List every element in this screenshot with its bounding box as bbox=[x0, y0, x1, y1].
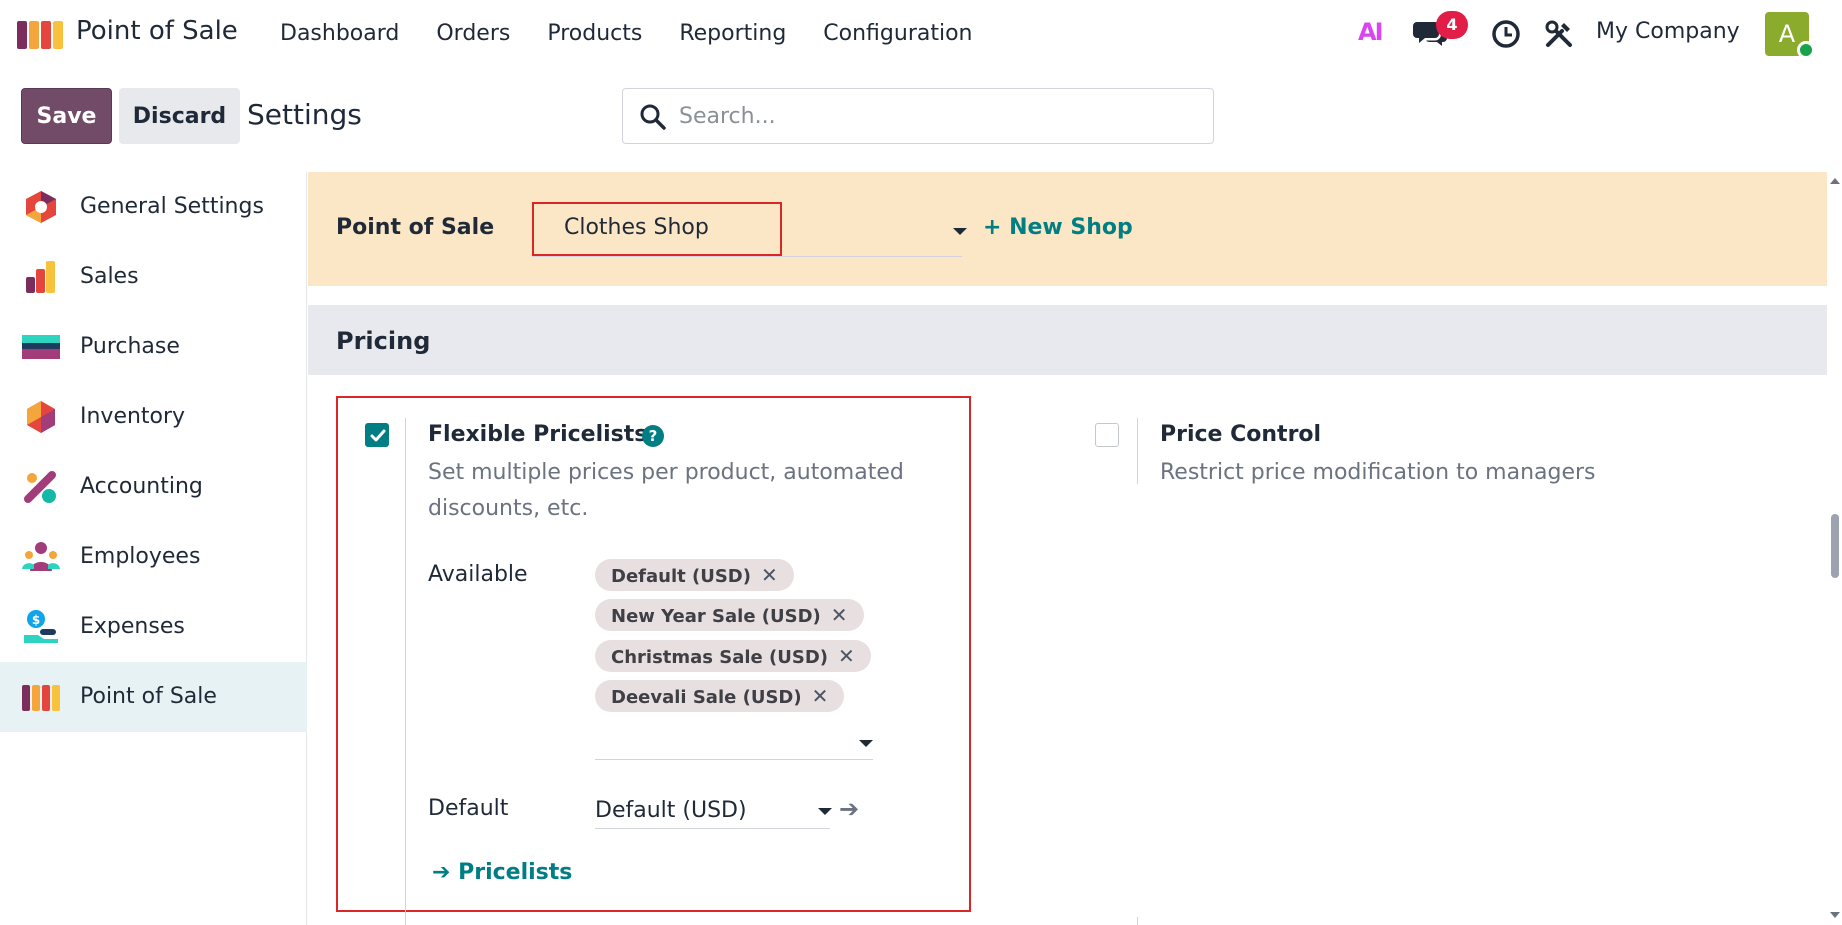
arrow-right-icon[interactable]: ➔ bbox=[839, 795, 859, 823]
employees-icon bbox=[22, 542, 60, 571]
pos-shop-bar: Point of Sale Clothes Shop + New Shop bbox=[308, 172, 1827, 286]
pricelist-tag: Default (USD) ✕ bbox=[595, 559, 794, 591]
scroll-down-icon[interactable] bbox=[1830, 912, 1840, 918]
sidebar-item-accounting[interactable]: Accounting bbox=[0, 452, 307, 522]
flexible-pricelists-desc: Set multiple prices per product, automat… bbox=[428, 460, 904, 521]
pos-shop-label: Point of Sale bbox=[336, 215, 495, 240]
price-control-title: Price Control bbox=[1160, 422, 1322, 447]
sidebar-item-purchase[interactable]: Purchase bbox=[0, 312, 307, 382]
pos-shop-icon[interactable] bbox=[17, 19, 63, 49]
sidebar-item-label: Employees bbox=[80, 544, 201, 569]
pricelist-tag: New Year Sale (USD) ✕ bbox=[595, 599, 864, 631]
pricelist-tag: Christmas Sale (USD) ✕ bbox=[595, 640, 871, 672]
tag-label: Christmas Sale (USD) bbox=[611, 647, 829, 668]
help-icon[interactable]: ? bbox=[642, 425, 664, 447]
general-settings-icon bbox=[26, 191, 56, 223]
top-navbar: Point of Sale Dashboard Orders Products … bbox=[0, 0, 1842, 66]
flexible-pricelists-title: Flexible Pricelists bbox=[428, 422, 648, 447]
pricelist-tag: Deevali Sale (USD) ✕ bbox=[595, 680, 845, 712]
sidebar-item-employees[interactable]: Employees bbox=[0, 522, 307, 592]
new-shop-button[interactable]: + New Shop bbox=[983, 215, 1133, 240]
pricelists-link-label: Pricelists bbox=[458, 860, 573, 885]
default-label: Default bbox=[428, 796, 509, 821]
pos-icon bbox=[22, 685, 60, 711]
menu-configuration[interactable]: Configuration bbox=[823, 21, 972, 46]
sidebar-item-label: Accounting bbox=[80, 474, 203, 499]
ai-icon[interactable]: AI bbox=[1358, 18, 1383, 46]
app-name[interactable]: Point of Sale bbox=[76, 16, 238, 46]
close-icon[interactable]: ✕ bbox=[831, 599, 848, 631]
price-control-checkbox[interactable] bbox=[1095, 423, 1119, 447]
chevron-down-icon[interactable] bbox=[953, 228, 967, 235]
sidebar-item-sales[interactable]: Sales bbox=[0, 242, 307, 312]
close-icon[interactable]: ✕ bbox=[761, 559, 778, 591]
inventory-icon bbox=[27, 401, 55, 433]
menu-reporting[interactable]: Reporting bbox=[679, 21, 786, 46]
sidebar-item-point-of-sale[interactable]: Point of Sale bbox=[0, 662, 307, 732]
search-box[interactable] bbox=[622, 88, 1214, 144]
close-icon[interactable]: ✕ bbox=[838, 640, 855, 672]
clock-icon[interactable] bbox=[1491, 19, 1521, 49]
discard-button[interactable]: Discard bbox=[119, 88, 240, 144]
default-select-underline bbox=[595, 828, 830, 829]
save-button[interactable]: Save bbox=[21, 88, 112, 144]
status-dot bbox=[1797, 41, 1815, 59]
close-icon[interactable]: ✕ bbox=[812, 680, 829, 712]
settings-sidebar: General Settings Sales Purchase Inventor… bbox=[0, 172, 307, 925]
sidebar-item-expenses[interactable]: $ Expenses bbox=[0, 592, 307, 662]
purchase-icon bbox=[22, 335, 60, 359]
arrow-right-icon: ➔ bbox=[432, 860, 451, 885]
scrollbar-thumb[interactable] bbox=[1831, 514, 1839, 578]
setting-divider bbox=[405, 917, 406, 925]
chevron-down-icon[interactable] bbox=[818, 808, 832, 815]
pricelists-link[interactable]: ➔ Pricelists bbox=[432, 860, 572, 885]
sidebar-item-label: Inventory bbox=[80, 404, 186, 429]
pricing-section-header: Pricing bbox=[308, 305, 1827, 375]
check-icon bbox=[370, 429, 386, 442]
sidebar-item-inventory[interactable]: Inventory bbox=[0, 382, 307, 452]
sidebar-item-label: Purchase bbox=[80, 334, 180, 359]
settings-main: Point of Sale Clothes Shop + New Shop Pr… bbox=[308, 172, 1827, 925]
available-label: Available bbox=[428, 562, 528, 587]
shop-select-underline bbox=[532, 256, 962, 257]
search-input[interactable] bbox=[679, 101, 1199, 131]
sidebar-item-general-settings[interactable]: General Settings bbox=[0, 172, 307, 242]
scroll-up-icon[interactable] bbox=[1830, 178, 1840, 184]
expenses-icon: $ bbox=[24, 610, 58, 643]
shop-select-value[interactable]: Clothes Shop bbox=[564, 215, 709, 240]
sidebar-item-label: General Settings bbox=[80, 194, 264, 219]
chevron-down-icon[interactable] bbox=[859, 740, 873, 747]
messages-badge: 4 bbox=[1436, 11, 1468, 39]
company-switcher[interactable]: My Company bbox=[1596, 19, 1740, 44]
tools-icon[interactable] bbox=[1544, 19, 1574, 49]
accounting-icon bbox=[24, 471, 56, 503]
svg-text:$: $ bbox=[32, 613, 40, 627]
ai-label: AI bbox=[1358, 18, 1383, 46]
search-icon bbox=[640, 104, 666, 130]
sales-icon bbox=[26, 261, 55, 293]
price-control-desc: Restrict price modification to managers bbox=[1160, 460, 1596, 485]
menu-dashboard[interactable]: Dashboard bbox=[280, 21, 399, 46]
default-pricelist-select[interactable]: Default (USD) bbox=[595, 798, 747, 823]
tag-label: New Year Sale (USD) bbox=[611, 606, 821, 627]
sidebar-item-label: Sales bbox=[80, 264, 139, 289]
section-title: Pricing bbox=[336, 327, 431, 355]
tag-label: Default (USD) bbox=[611, 566, 751, 587]
menu-products[interactable]: Products bbox=[547, 21, 642, 46]
setting-divider bbox=[405, 418, 406, 922]
setting-divider bbox=[1137, 418, 1138, 484]
sidebar-item-label: Expenses bbox=[80, 614, 185, 639]
page-title: Settings bbox=[247, 98, 362, 131]
setting-divider bbox=[1137, 917, 1138, 925]
menu-orders[interactable]: Orders bbox=[436, 21, 510, 46]
sidebar-item-label: Point of Sale bbox=[80, 684, 217, 709]
main-menu: Dashboard Orders Products Reporting Conf… bbox=[280, 0, 1010, 66]
tags-input-underline[interactable] bbox=[595, 759, 873, 760]
tag-label: Deevali Sale (USD) bbox=[611, 687, 802, 708]
flexible-pricelists-checkbox[interactable] bbox=[365, 423, 389, 447]
